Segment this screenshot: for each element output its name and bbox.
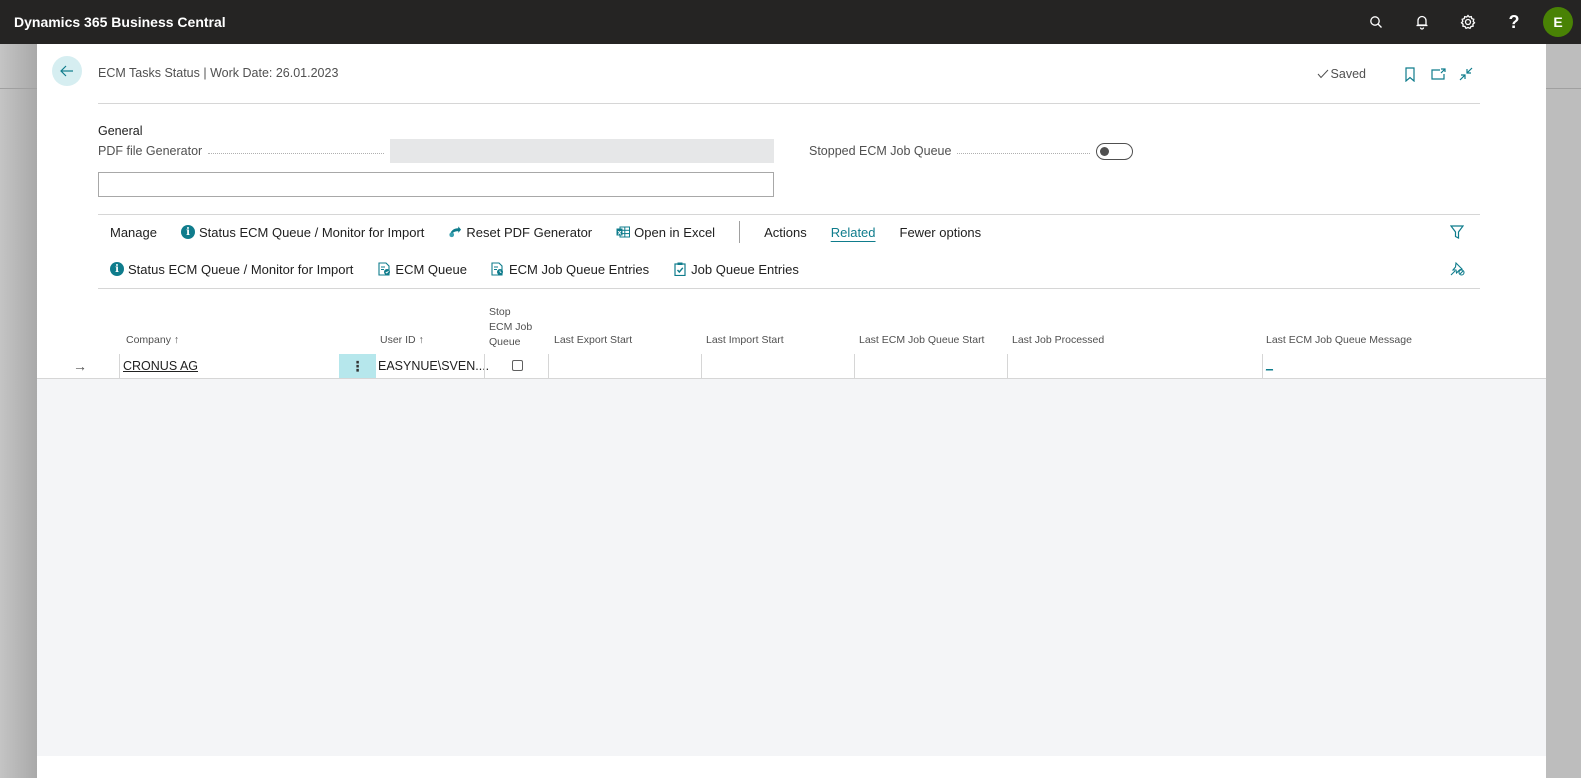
status-ecm-queue-related-action[interactable]: i Status ECM Queue / Monitor for Import <box>98 262 365 277</box>
column-header-last-export-start[interactable]: Last Export Start <box>554 333 632 348</box>
page-panel: ECM Tasks Status | Work Date: 26.01.2023… <box>37 44 1546 778</box>
pdf-generator-value <box>390 139 774 163</box>
back-button[interactable] <box>52 56 82 86</box>
header-divider <box>98 103 1480 104</box>
column-header-company[interactable]: Company ↑ <box>126 333 179 348</box>
queue-icon <box>377 262 391 276</box>
info-icon: i <box>110 262 124 276</box>
bookmark-icon[interactable] <box>1396 64 1424 84</box>
stopped-ecm-job-queue-label: Stopped ECM Job Queue <box>809 144 952 158</box>
fewer-options-button[interactable]: Fewer options <box>888 225 994 240</box>
cell-divider <box>1007 354 1008 378</box>
collapse-icon[interactable] <box>1452 64 1480 84</box>
saved-status: Saved <box>1317 67 1366 81</box>
dotted-leader <box>208 152 384 154</box>
general-section-title: General <box>98 124 143 138</box>
action-bar-top-divider <box>98 214 1480 215</box>
background-page-right <box>1546 44 1581 778</box>
column-header-last-import-start[interactable]: Last Import Start <box>706 333 784 348</box>
action-separator <box>739 221 741 243</box>
stopped-ecm-job-queue-field: Stopped ECM Job Queue <box>809 141 1133 161</box>
company-cell-link[interactable]: CRONUS AG <box>123 359 198 373</box>
text-input-box[interactable] <box>98 172 774 197</box>
open-new-window-icon[interactable] <box>1424 64 1452 84</box>
clipboard-check-icon <box>673 262 687 276</box>
related-tab[interactable]: Related <box>819 225 888 240</box>
cell-divider <box>119 354 120 378</box>
help-icon[interactable]: ? <box>1491 0 1537 44</box>
gear-icon[interactable] <box>1445 0 1491 44</box>
ecm-job-queue-entries-action[interactable]: ECM Job Queue Entries <box>479 262 661 277</box>
cell-divider <box>548 354 549 378</box>
pdf-generator-label: PDF file Generator <box>98 144 203 158</box>
top-bar: Dynamics 365 Business Central ? E <box>0 0 1581 44</box>
row-menu-button[interactable]: ⋮ <box>339 354 376 378</box>
reset-icon <box>448 225 462 239</box>
job-queue-icon <box>491 262 505 276</box>
action-bar-bottom-divider <box>98 288 1480 289</box>
status-ecm-queue-action[interactable]: i Status ECM Queue / Monitor for Import <box>169 225 436 240</box>
manage-tab[interactable]: Manage <box>98 225 169 240</box>
column-header-stop-ecm-job-queue[interactable]: Stop ECM Job Queue <box>489 305 532 350</box>
job-queue-entries-action[interactable]: Job Queue Entries <box>661 262 811 277</box>
sort-ascending-icon: ↑ <box>418 334 424 346</box>
svg-text:x: x <box>618 229 622 236</box>
sort-ascending-icon: ↑ <box>173 334 180 346</box>
stopped-ecm-job-queue-toggle[interactable] <box>1096 142 1133 160</box>
reset-pdf-generator-action[interactable]: Reset PDF Generator <box>436 225 604 240</box>
excel-icon: x <box>616 225 631 239</box>
column-header-last-job-processed[interactable]: Last Job Processed <box>1012 333 1104 348</box>
open-in-excel-action[interactable]: x Open in Excel <box>604 225 727 240</box>
page-title: ECM Tasks Status | Work Date: 26.01.2023 <box>98 66 339 80</box>
ecm-queue-action[interactable]: ECM Queue <box>365 262 479 277</box>
actions-tab[interactable]: Actions <box>752 225 819 240</box>
arrow-left-icon <box>60 65 73 77</box>
filter-icon[interactable] <box>1449 225 1465 244</box>
search-icon[interactable] <box>1353 0 1399 44</box>
cell-divider <box>701 354 702 378</box>
top-icons: ? E <box>1353 0 1581 44</box>
last-ecm-job-queue-message-link[interactable]: _ <box>1266 357 1273 371</box>
stop-ecm-job-queue-checkbox[interactable] <box>512 360 523 371</box>
action-bar-row-2: i Status ECM Queue / Monitor for Import … <box>98 257 811 281</box>
cell-divider <box>1262 354 1263 378</box>
grid-empty-area <box>37 378 1546 756</box>
cell-divider <box>484 354 485 378</box>
bell-icon[interactable] <box>1399 0 1445 44</box>
current-row-arrow-icon: → <box>73 358 87 374</box>
column-header-last-ecm-job-queue-start[interactable]: Last ECM Job Queue Start <box>859 333 984 348</box>
column-header-last-ecm-job-queue-message[interactable]: Last ECM Job Queue Message <box>1266 333 1412 348</box>
column-header-user-id[interactable]: User ID ↑ <box>380 333 424 348</box>
header-actions: Saved <box>1317 64 1480 84</box>
checkmark-icon <box>1317 69 1328 79</box>
user-avatar[interactable]: E <box>1543 7 1573 37</box>
app-title: Dynamics 365 Business Central <box>14 14 226 30</box>
info-icon: i <box>180 225 195 239</box>
background-page-left <box>0 44 37 778</box>
user-id-cell[interactable]: EASYNUE\SVEN.... <box>378 359 489 373</box>
cell-divider <box>854 354 855 378</box>
dotted-leader <box>957 152 1090 154</box>
action-bar-row-1: Manage i Status ECM Queue / Monitor for … <box>98 220 993 244</box>
pdf-generator-field: PDF file Generator <box>98 139 774 163</box>
unpin-icon[interactable] <box>1450 261 1465 281</box>
